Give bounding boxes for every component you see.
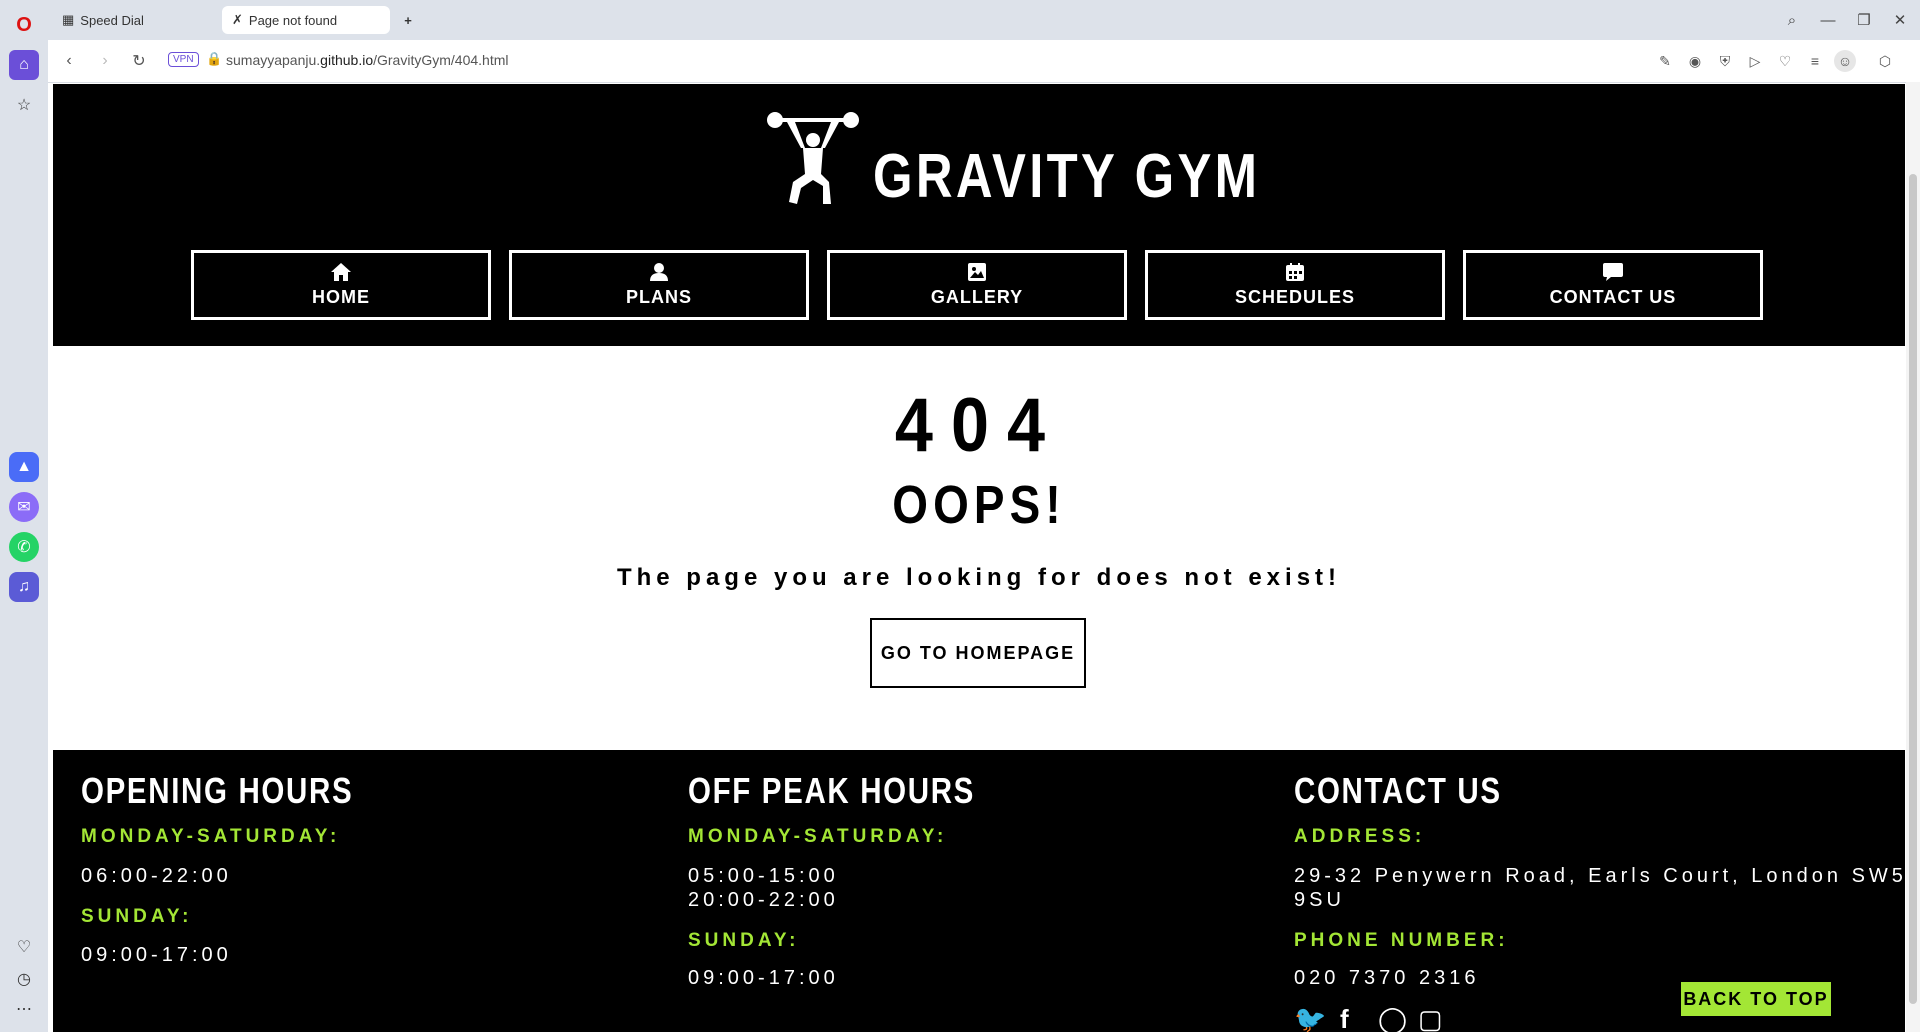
nav-plans[interactable]: PLANS xyxy=(509,250,809,320)
user-icon xyxy=(650,262,668,281)
opening-sunday-hours: 09:00-17:00 xyxy=(81,944,232,966)
search-tabs-icon[interactable]: ⌕ xyxy=(1780,8,1804,32)
address-line-2: 9SU xyxy=(1294,889,1345,911)
error-title: OOPS! xyxy=(892,475,1066,535)
close-window-icon[interactable]: ✕ xyxy=(1888,8,1912,32)
nav-label: GALLERY xyxy=(930,286,1024,307)
error-message: The page you are looking for does not ex… xyxy=(616,564,1342,591)
address-label: ADDRESS: xyxy=(1294,826,1426,847)
phone-number[interactable]: 020 7370 2316 xyxy=(1294,966,1479,990)
tab-label: Page not found xyxy=(248,12,338,28)
instagram-icon[interactable]: ▢ xyxy=(1418,1004,1443,1032)
image-icon xyxy=(968,262,986,281)
url-field[interactable]: sumayyapanju.github.io/GravityGym/404.ht… xyxy=(226,52,508,68)
url-domain: github.io xyxy=(320,52,374,68)
address-bar: ‹ › ↻ VPN 🔒 sumayyapanju.github.io/Gravi… xyxy=(48,40,1920,83)
pinboard-icon[interactable]: ☆ xyxy=(9,90,39,120)
speed-dial-icon: ▦ xyxy=(62,12,75,27)
go-to-homepage-button[interactable]: GO TO HOMEPAGE xyxy=(870,618,1086,688)
play-icon[interactable]: ▷ xyxy=(1744,50,1766,72)
offpeak-sunday-hours: 09:00-17:00 xyxy=(688,967,839,989)
nav-home[interactable]: HOME xyxy=(191,250,491,320)
tab-speed-dial[interactable]: ▦ Speed Dial xyxy=(52,6,222,34)
music-player-icon[interactable]: ♫ xyxy=(9,572,39,602)
error-section: 404 OOPS! The page you are looking for d… xyxy=(53,346,1905,750)
browser-sidebar: O ⌂ ☆ ▲ ✉ ✆ ♫ ♡ ◷ ⋯ xyxy=(0,0,48,1032)
opening-weekday-hours: 06:00-22:00 xyxy=(81,865,232,887)
offpeak-sunday-label: SUNDAY: xyxy=(688,930,800,951)
restore-icon[interactable]: ❐ xyxy=(1852,8,1876,32)
nav-label: SCHEDULES xyxy=(1234,286,1355,307)
aria-icon[interactable]: ▲ xyxy=(9,452,39,482)
nav-label: HOME xyxy=(312,286,370,307)
offpeak-weekday-label: MONDAY-SATURDAY: xyxy=(688,826,948,847)
nav-contact-us[interactable]: CONTACT US xyxy=(1463,250,1763,320)
home-icon xyxy=(331,262,351,281)
edit-icon[interactable]: ✎ xyxy=(1654,50,1676,72)
reload-icon[interactable]: ↻ xyxy=(128,50,150,72)
heart-icon[interactable]: ♡ xyxy=(1774,50,1796,72)
error-code: 404 xyxy=(894,383,1064,468)
opening-hours-title: OPENING HOURS xyxy=(81,770,354,811)
favorites-icon[interactable]: ♡ xyxy=(9,932,39,962)
whatsapp-social-icon[interactable]: ◯ xyxy=(1378,1004,1407,1032)
back-icon[interactable]: ‹ xyxy=(58,50,80,72)
profile-icon[interactable]: ☺ xyxy=(1834,50,1856,72)
forward-icon[interactable]: › xyxy=(94,50,116,72)
twitter-icon[interactable]: 🐦 xyxy=(1294,1004,1326,1032)
lock-icon: 🔒 xyxy=(206,51,223,66)
nav-label: CONTACT US xyxy=(1549,286,1677,307)
nav-gallery[interactable]: GALLERY xyxy=(827,250,1127,320)
scrollbar-thumb[interactable] xyxy=(1909,174,1917,1004)
easy-setup-icon[interactable]: ≡ xyxy=(1804,50,1826,72)
tab-bar: ▦ Speed Dial ✗ Page not found + ⌕ — ❐ ✕ xyxy=(48,0,1920,40)
url-path: /GravityGym/404.html xyxy=(373,52,509,68)
more-icon[interactable]: ⋯ xyxy=(9,994,39,1024)
tab-label: Speed Dial xyxy=(80,12,144,28)
site-logo[interactable]: GRAVITY GYM xyxy=(767,104,1345,208)
camera-icon[interactable]: ◉ xyxy=(1684,50,1706,72)
nav-schedules[interactable]: SCHEDULES xyxy=(1145,250,1445,320)
scrollbar[interactable] xyxy=(1906,82,1920,1032)
offpeak-weekday-hours-2: 20:00-22:00 xyxy=(688,889,839,911)
opening-sunday-label: SUNDAY: xyxy=(81,906,193,927)
vpn-badge[interactable]: VPN xyxy=(168,52,199,67)
tab-page-not-found[interactable]: ✗ Page not found xyxy=(222,6,390,34)
site-header: GRAVITY GYM HOME PLANS GALLERY SCHEDULES… xyxy=(53,84,1905,346)
weightlifter-logo-icon xyxy=(767,112,859,204)
opera-logo-icon[interactable]: O xyxy=(9,10,39,40)
new-tab-button[interactable]: + xyxy=(394,6,422,34)
whatsapp-icon[interactable]: ✆ xyxy=(9,532,39,562)
messenger-icon[interactable]: ✉ xyxy=(9,492,39,522)
facebook-icon[interactable]: f xyxy=(1340,1004,1349,1032)
history-icon[interactable]: ◷ xyxy=(9,964,39,994)
extensions-icon[interactable]: ⬡ xyxy=(1874,50,1896,72)
shield-icon[interactable]: ⛨ xyxy=(1714,50,1736,72)
phone-label: PHONE NUMBER: xyxy=(1294,930,1509,951)
nav-label: PLANS xyxy=(625,286,692,307)
offpeak-weekday-hours-1: 05:00-15:00 xyxy=(688,865,839,887)
off-peak-title: OFF PEAK HOURS xyxy=(688,770,976,811)
comment-icon xyxy=(1603,262,1623,281)
contact-title: CONTACT US xyxy=(1294,770,1502,811)
brand-name: GRAVITY GYM xyxy=(873,142,1261,211)
back-to-top-button[interactable]: BACK TO TOP xyxy=(1679,980,1833,1018)
address-line-1: 29-32 Penywern Road, Earls Court, London… xyxy=(1294,865,1905,887)
url-prefix: sumayyapanju. xyxy=(226,52,321,68)
page-viewport: GRAVITY GYM HOME PLANS GALLERY SCHEDULES… xyxy=(53,84,1905,1032)
site-footer: OPENING HOURS MONDAY-SATURDAY: 06:00-22:… xyxy=(53,750,1905,1032)
opening-weekday-label: MONDAY-SATURDAY: xyxy=(81,826,341,847)
minimize-icon[interactable]: — xyxy=(1816,8,1840,32)
home-sidebar-icon[interactable]: ⌂ xyxy=(9,50,39,80)
calendar-icon xyxy=(1286,262,1304,281)
gym-favicon-icon: ✗ xyxy=(232,12,243,27)
